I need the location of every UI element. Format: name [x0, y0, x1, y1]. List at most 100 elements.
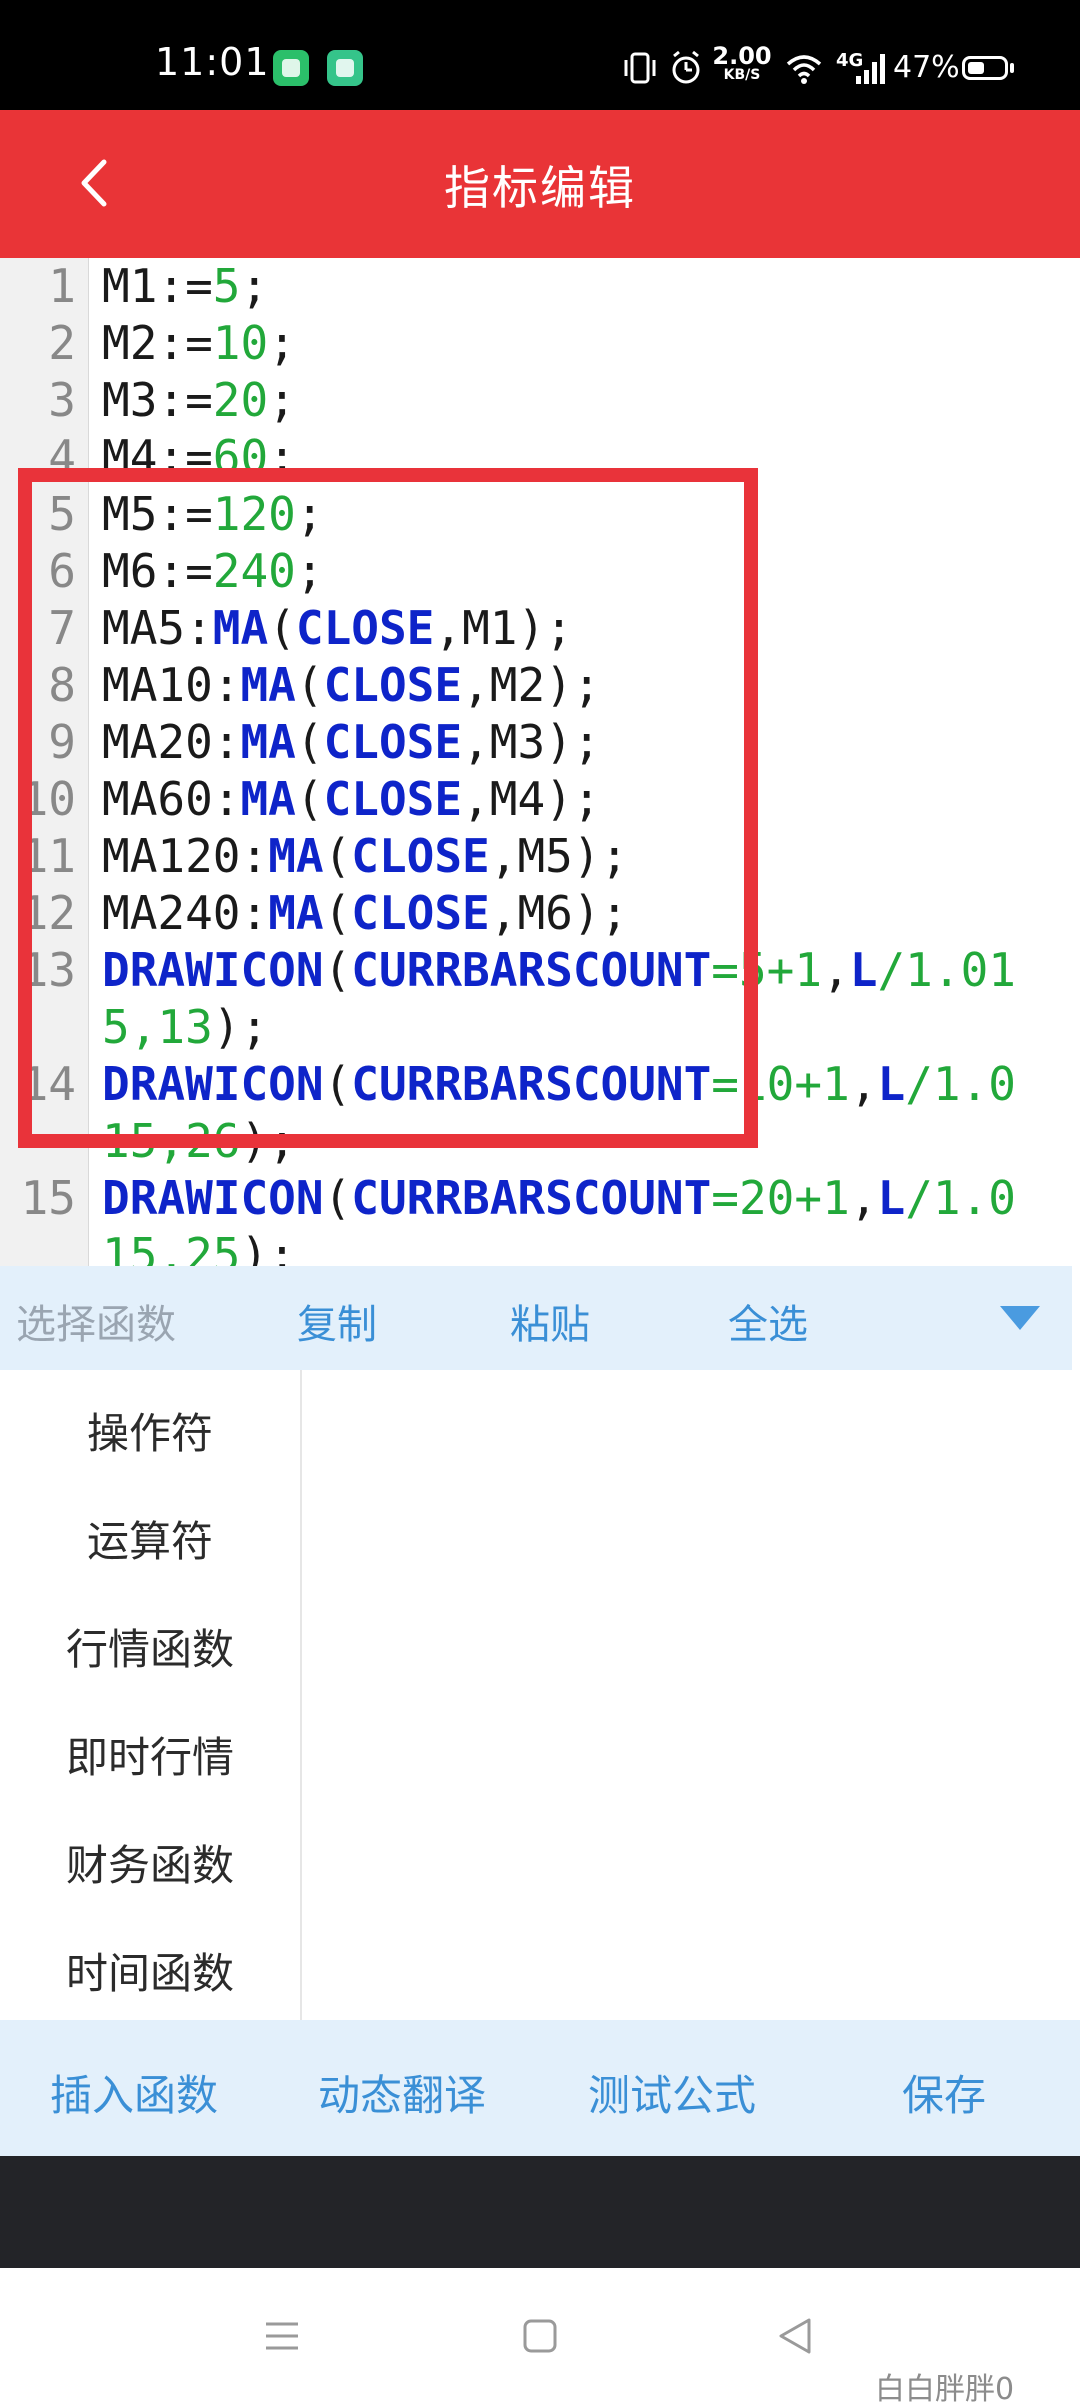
- code-line[interactable]: 9 MA20:MA(CLOSE,M3);: [0, 714, 1080, 771]
- code-token-fn: DRAWICON: [102, 1057, 324, 1111]
- code-token-punct: );: [545, 715, 601, 769]
- paste-button[interactable]: 粘贴: [510, 1292, 590, 1350]
- category-operator[interactable]: 操作符: [0, 1400, 300, 1461]
- code-token-num: 120: [212, 487, 296, 541]
- code-token-punct: :=: [157, 430, 213, 484]
- home-square-icon[interactable]: [520, 2316, 560, 2356]
- code-token-punct: );: [240, 1228, 296, 1266]
- code-token-punct: :=: [157, 544, 213, 598]
- code-line[interactable]: 11 MA120:MA(CLOSE,M5);: [0, 828, 1080, 885]
- code-text: MA20:MA(CLOSE,M3);: [102, 714, 601, 771]
- code-token-punct: :: [212, 715, 241, 769]
- triangle-down-icon[interactable]: [1000, 1306, 1040, 1330]
- line-number: 13: [20, 943, 76, 997]
- code-token-num: 5: [212, 259, 241, 313]
- code-line[interactable]: 1 M1:=5;: [0, 258, 1080, 315]
- wifi-icon: [786, 55, 822, 84]
- code-token-punct: :: [212, 658, 241, 712]
- code-token-punct: (: [323, 886, 352, 940]
- code-token-plain: ,M1: [434, 601, 518, 655]
- code-token-punct: ,: [849, 1057, 878, 1111]
- copy-button[interactable]: 复制: [297, 1292, 377, 1350]
- menu-icon[interactable]: [262, 2316, 302, 2356]
- code-token-punct: ;: [295, 487, 324, 541]
- line-number: 3: [48, 373, 76, 427]
- code-token-fn: DRAWICON: [102, 1171, 324, 1225]
- back-triangle-icon[interactable]: [775, 2316, 815, 2356]
- code-token-plain: M6: [102, 544, 158, 598]
- code-token-num: =10+1: [711, 1057, 850, 1111]
- code-token-plain: MA5: [102, 601, 186, 655]
- code-line[interactable]: 5,13);: [0, 999, 1080, 1056]
- category-time-functions[interactable]: 时间函数: [0, 1940, 300, 2001]
- dynamic-translate-button[interactable]: 动态翻译: [318, 2062, 486, 2123]
- code-line[interactable]: 12 MA240:MA(CLOSE,M6);: [0, 885, 1080, 942]
- line-number: 2: [48, 316, 76, 370]
- code-token-punct: ;: [268, 316, 296, 370]
- code-token-punct: ,: [849, 1171, 878, 1225]
- code-token-fn: CLOSE: [323, 715, 463, 769]
- code-token-punct: (: [323, 1171, 352, 1225]
- code-token-punct: (: [295, 715, 324, 769]
- code-line[interactable]: 3 M3:=20;: [0, 372, 1080, 429]
- code-token-num: 240: [212, 544, 296, 598]
- network-speed: 2.00 KB/S: [712, 44, 772, 82]
- line-number: 9: [48, 715, 76, 769]
- code-token-plain: ,M3: [462, 715, 546, 769]
- code-token-punct: );: [545, 772, 601, 826]
- code-token-fn: L: [877, 1057, 906, 1111]
- code-editor[interactable]: 1 M1:=5; 2 M2:=10; 3 M3:=20; 4 M4:=60; 5 M5:=120;…: [0, 258, 1080, 1266]
- code-token-num: =5+1: [711, 943, 823, 997]
- header-bar: 指标编辑: [0, 110, 1080, 258]
- code-token-punct: );: [240, 1114, 296, 1168]
- insert-function-button[interactable]: 插入函数: [50, 2062, 218, 2123]
- code-line[interactable]: 10 MA60:MA(CLOSE,M4);: [0, 771, 1080, 828]
- test-formula-button[interactable]: 测试公式: [588, 2062, 756, 2123]
- code-token-num: 15,25: [102, 1228, 241, 1266]
- category-realtime-quote[interactable]: 即时行情: [0, 1724, 300, 1785]
- category-financial-functions[interactable]: 财务函数: [0, 1832, 300, 1893]
- save-button[interactable]: 保存: [902, 2062, 986, 2123]
- code-line[interactable]: 13 DRAWICON(CURRBARSCOUNT=5+1,L/1.01: [0, 942, 1080, 999]
- select-all-button[interactable]: 全选: [728, 1292, 808, 1350]
- code-line[interactable]: 2 M2:=10;: [0, 315, 1080, 372]
- dark-spacer: [0, 2156, 1080, 2268]
- code-text: M3:=20;: [102, 372, 296, 429]
- code-token-fn: L: [849, 943, 878, 997]
- line-number: 14: [20, 1057, 76, 1111]
- cell-signal-icon: [856, 54, 885, 84]
- code-text: M6:=240;: [102, 543, 324, 600]
- code-line[interactable]: 15,26);: [0, 1113, 1080, 1170]
- code-token-plain: MA60: [102, 772, 213, 826]
- code-line[interactable]: 4 M4:=60;: [0, 429, 1080, 486]
- code-token-fn: CLOSE: [295, 601, 435, 655]
- code-line[interactable]: 15 DRAWICON(CURRBARSCOUNT=20+1,L/1.0: [0, 1170, 1080, 1227]
- code-line[interactable]: 7 MA5:MA(CLOSE,M1);: [0, 600, 1080, 657]
- code-token-num: 60: [212, 430, 269, 484]
- code-line[interactable]: 8 MA10:MA(CLOSE,M2);: [0, 657, 1080, 714]
- category-quote-functions[interactable]: 行情函数: [0, 1616, 300, 1677]
- code-token-fn: MA: [240, 772, 296, 826]
- code-token-fn: CURRBARSCOUNT: [351, 1171, 712, 1225]
- code-token-fn: CLOSE: [351, 829, 490, 883]
- code-text: MA240:MA(CLOSE,M6);: [102, 885, 628, 942]
- code-token-punct: (: [323, 1057, 352, 1111]
- select-function-button[interactable]: 选择函数: [16, 1292, 176, 1350]
- code-line[interactable]: 14 DRAWICON(CURRBARSCOUNT=10+1,L/1.0: [0, 1056, 1080, 1113]
- function-category-list: 操作符 运算符 行情函数 即时行情 财务函数 时间函数: [0, 1370, 302, 2020]
- code-token-fn: CLOSE: [351, 886, 490, 940]
- code-lines[interactable]: 1 M1:=5; 2 M2:=10; 3 M3:=20; 4 M4:=60; 5 M5:=120;…: [0, 258, 1080, 1266]
- code-line[interactable]: 6 M6:=240;: [0, 543, 1080, 600]
- code-text: 15,25);: [102, 1227, 296, 1266]
- code-text: 15,26);: [102, 1113, 296, 1170]
- code-text: MA5:MA(CLOSE,M1);: [102, 600, 573, 657]
- code-token-fn: MA: [268, 829, 324, 883]
- category-arithmetic[interactable]: 运算符: [0, 1508, 300, 1569]
- code-token-punct: (: [323, 829, 352, 883]
- code-line[interactable]: 15,25);: [0, 1227, 1080, 1266]
- network-speed-unit: KB/S: [723, 67, 761, 83]
- code-token-plain: M4: [102, 430, 158, 484]
- code-token-fn: MA: [240, 658, 296, 712]
- code-line[interactable]: 5 M5:=120;: [0, 486, 1080, 543]
- edit-toolbar: 选择函数 复制 粘贴 全选: [0, 1266, 1072, 1370]
